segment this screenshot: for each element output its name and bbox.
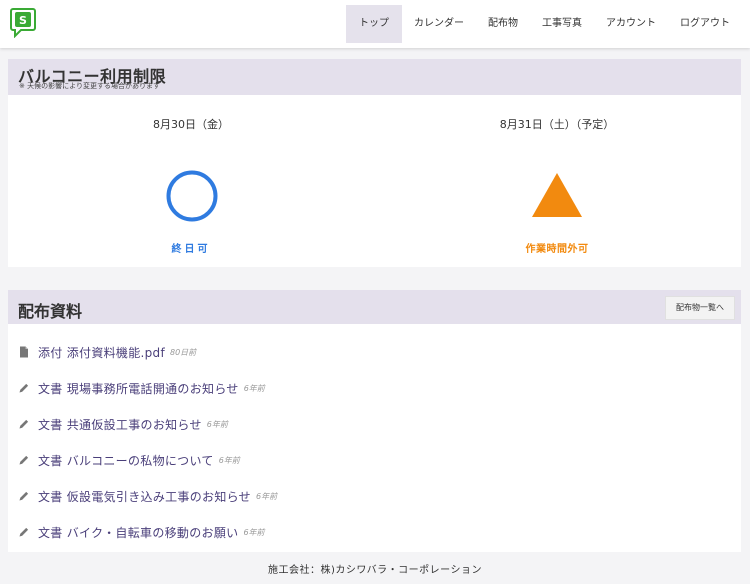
main-nav: トップ カレンダー 配布物 工事写真 アカウント ログアウト [346, 5, 742, 43]
day-date: 8月30日（金） [153, 118, 229, 131]
handouts-card: 配布資料 配布物一覧へ 添付 添付資料機能.pdf 80日前 文書 現場事務所電… [8, 290, 741, 552]
handouts-list-button[interactable]: 配布物一覧へ [665, 296, 735, 320]
handout-age: 6年前 [243, 383, 265, 393]
handouts-title: 配布資料 [18, 302, 83, 321]
nav-handouts[interactable]: 配布物 [476, 5, 530, 43]
handout-link[interactable]: 文書 共通仮設工事のお知らせ [38, 416, 202, 433]
file-icon [20, 346, 28, 358]
chat-logo-icon: S [10, 8, 36, 39]
triangle-icon [532, 173, 582, 217]
footer-contractor: 施工会社：株)カシワバラ・コーポレーション [267, 565, 482, 576]
top-header: S トップ カレンダー 配布物 工事写真 アカウント ログアウト [0, 0, 750, 48]
day-status: 作業時間外可 [525, 244, 589, 255]
pencil-icon [19, 383, 29, 393]
handout-age: 80日前 [170, 347, 197, 357]
handout-age: 6年前 [243, 527, 265, 537]
nav-calendar[interactable]: カレンダー [402, 5, 476, 43]
balcony-card-header: バルコニー利用制限 ※ 天候の影響により変更する場合があります [8, 59, 741, 95]
nav-account[interactable]: アカウント [594, 5, 668, 43]
handout-link[interactable]: 文書 バルコニーの私物について [38, 452, 214, 469]
list-item[interactable]: 文書 仮設電気引き込み工事のお知らせ 6年前 [18, 486, 277, 506]
pencil-icon [19, 455, 29, 465]
handout-link[interactable]: 文書 バイク・自転車の移動のお願い [38, 524, 238, 541]
list-item[interactable]: 文書 バイク・自転車の移動のお願い 6年前 [18, 522, 265, 542]
handout-link[interactable]: 添付 添付資料機能.pdf [38, 344, 165, 361]
svg-text:S: S [19, 14, 27, 27]
handouts-card-header: 配布資料 配布物一覧へ [8, 290, 741, 324]
nav-construction-photos[interactable]: 工事写真 [530, 5, 594, 43]
balcony-note: ※ 天候の影響により変更する場合があります [19, 82, 160, 90]
handout-link[interactable]: 文書 現場事務所電話開通のお知らせ [38, 380, 239, 397]
day-date: 8月31日（土）（予定） [499, 118, 615, 131]
pencil-icon [19, 419, 29, 429]
nav-logout[interactable]: ログアウト [668, 5, 742, 43]
list-item[interactable]: 添付 添付資料機能.pdf 80日前 [18, 342, 196, 362]
balcony-restriction-card: バルコニー利用制限 ※ 天候の影響により変更する場合があります 8月30日（金）… [8, 59, 741, 267]
list-item[interactable]: 文書 現場事務所電話開通のお知らせ 6年前 [18, 378, 265, 398]
handout-age: 6年前 [206, 419, 228, 429]
circle-icon [166, 170, 218, 222]
pencil-icon [19, 491, 29, 501]
handout-age: 6年前 [255, 491, 278, 501]
day-status: 終日可 [171, 244, 211, 255]
nav-top[interactable]: トップ [346, 5, 402, 43]
list-item[interactable]: 文書 共通仮設工事のお知らせ 6年前 [18, 414, 228, 434]
app-logo[interactable]: S [10, 8, 36, 39]
pencil-icon [19, 527, 29, 537]
list-item[interactable]: 文書 バルコニーの私物について 6年前 [18, 450, 240, 470]
handout-age: 6年前 [218, 455, 240, 465]
handout-link[interactable]: 文書 仮設電気引き込み工事のお知らせ [38, 488, 251, 505]
